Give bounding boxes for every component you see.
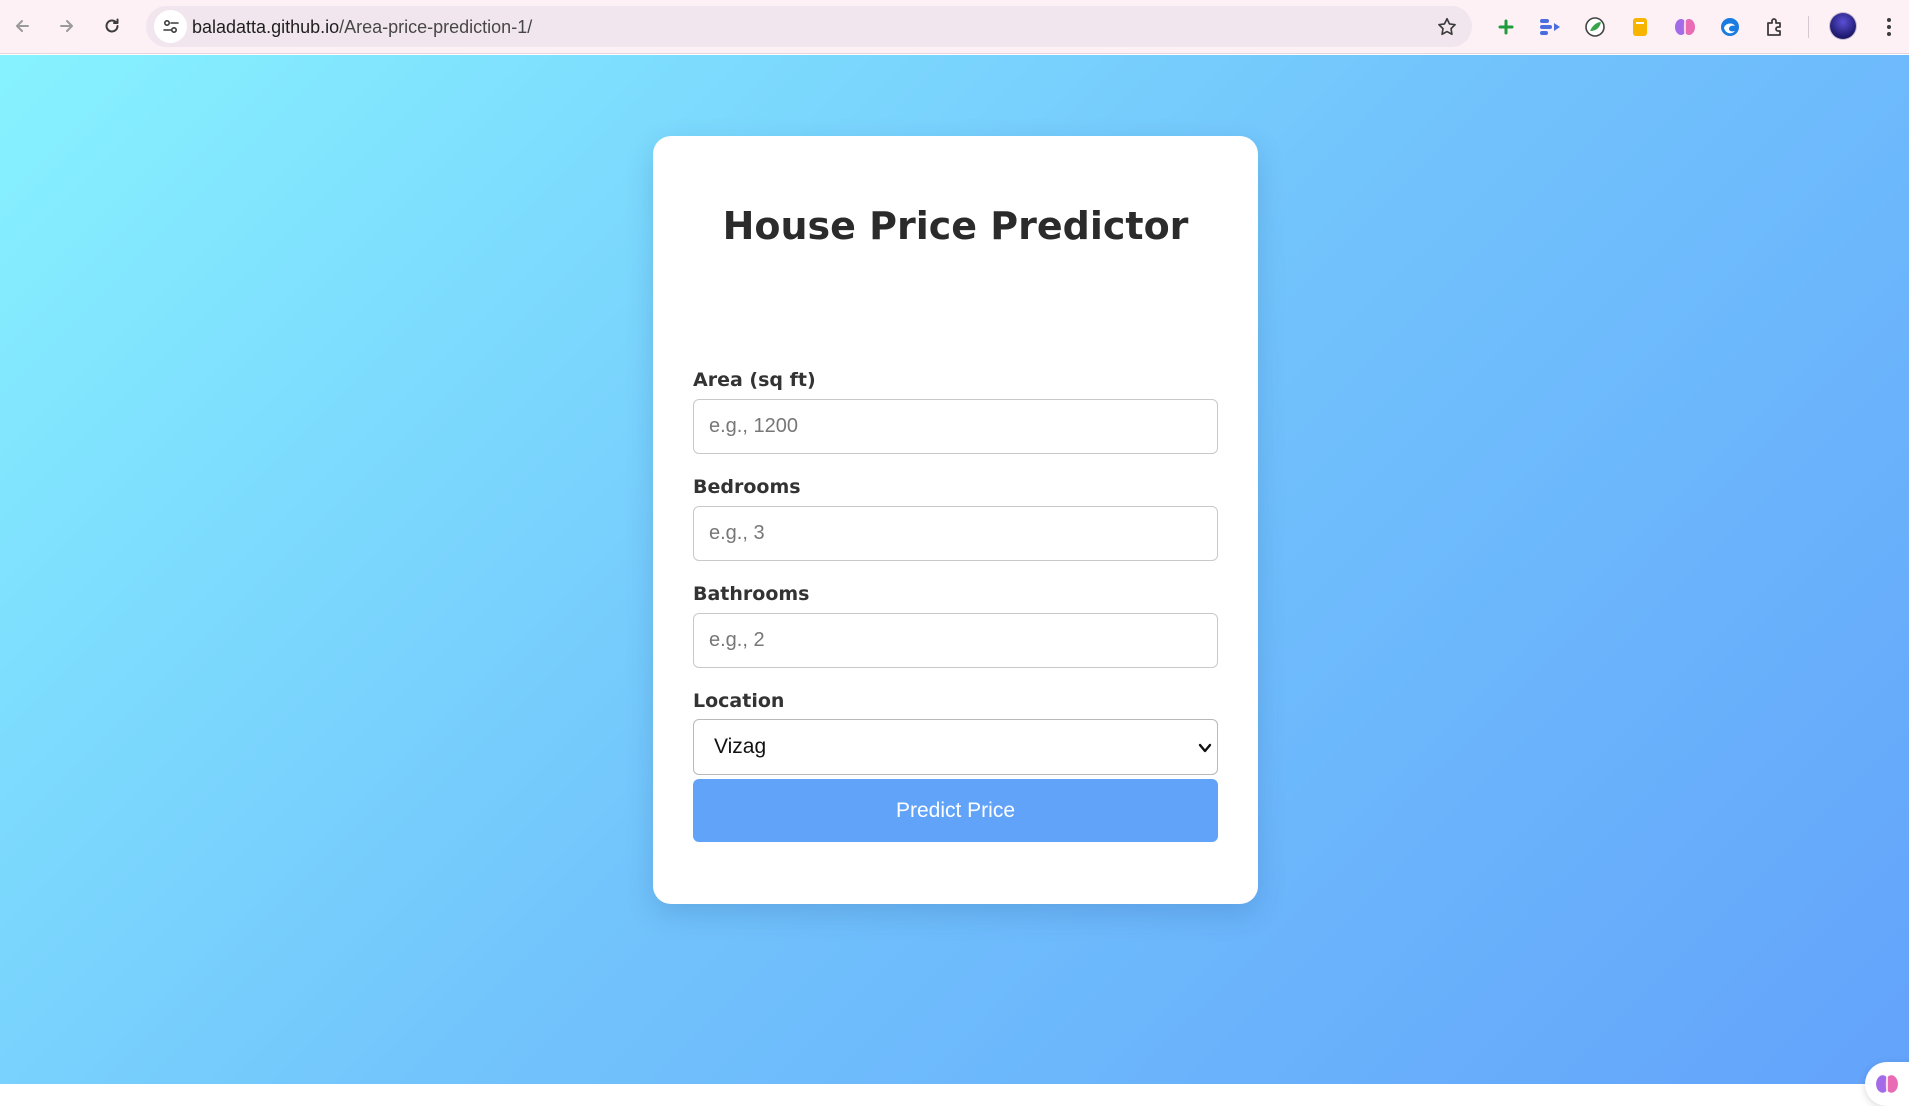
bars-extension-icon — [1540, 19, 1560, 35]
brain-icon — [1876, 1075, 1898, 1093]
leaf-extension-button[interactable] — [1580, 12, 1610, 42]
forward-button[interactable] — [50, 9, 84, 43]
more-menu-icon — [1887, 18, 1891, 36]
browser-toolbar: baladatta.github.io/Area-price-predictio… — [0, 0, 1909, 54]
puzzle-extensions-icon — [1767, 18, 1781, 36]
profile-avatar[interactable] — [1830, 13, 1856, 39]
more-menu-button[interactable] — [1874, 12, 1904, 42]
area-input[interactable] — [693, 399, 1218, 454]
address-bar[interactable]: baladatta.github.io/Area-price-predictio… — [146, 6, 1472, 47]
floating-brain-extension-button[interactable] — [1865, 1062, 1909, 1106]
forward-icon — [60, 20, 73, 32]
note-extension-button[interactable] — [1625, 12, 1655, 42]
add-extension-button[interactable] — [1491, 12, 1521, 42]
bathrooms-input[interactable] — [693, 613, 1218, 668]
page-background: House Price Predictor Area (sq ft) Bedro… — [0, 55, 1909, 1106]
toolbar-divider — [1808, 16, 1809, 38]
bedrooms-input[interactable] — [693, 506, 1218, 561]
bathrooms-label: Bathrooms — [693, 583, 810, 605]
predictor-card: House Price Predictor Area (sq ft) Bedro… — [653, 136, 1258, 904]
brain-extension-icon — [1675, 19, 1695, 35]
location-select[interactable]: Vizag — [693, 719, 1218, 775]
leaf-extension-icon — [1585, 17, 1605, 37]
back-button[interactable] — [5, 9, 39, 43]
location-selected-value: Vizag — [714, 735, 767, 758]
site-info-icon — [162, 19, 179, 33]
reload-button[interactable] — [95, 9, 129, 43]
add-extension-icon — [1498, 19, 1514, 35]
url-text[interactable]: baladatta.github.io/Area-price-predictio… — [192, 17, 532, 38]
bookmark-star-icon — [1438, 17, 1456, 36]
site-info-button[interactable] — [154, 10, 187, 43]
location-label: Location — [693, 690, 785, 712]
edge-extension-button[interactable] — [1715, 12, 1745, 42]
bookmark-button[interactable] — [1434, 14, 1460, 40]
predict-price-button[interactable]: Predict Price — [693, 779, 1218, 842]
area-label: Area (sq ft) — [693, 369, 816, 391]
url-path: /Area-price-prediction-1/ — [339, 17, 533, 37]
reload-icon — [105, 18, 119, 33]
note-extension-icon — [1633, 18, 1647, 36]
url-host: baladatta.github.io — [192, 17, 340, 37]
edge-extension-icon — [1721, 18, 1739, 36]
bars-extension-button[interactable] — [1535, 12, 1565, 42]
extensions-menu-button[interactable] — [1760, 12, 1790, 42]
brain-extension-button[interactable] — [1670, 12, 1700, 42]
page-title: House Price Predictor — [722, 204, 1189, 248]
back-icon — [16, 20, 29, 32]
bedrooms-label: Bedrooms — [693, 476, 801, 498]
chevron-down-icon — [1198, 743, 1212, 753]
